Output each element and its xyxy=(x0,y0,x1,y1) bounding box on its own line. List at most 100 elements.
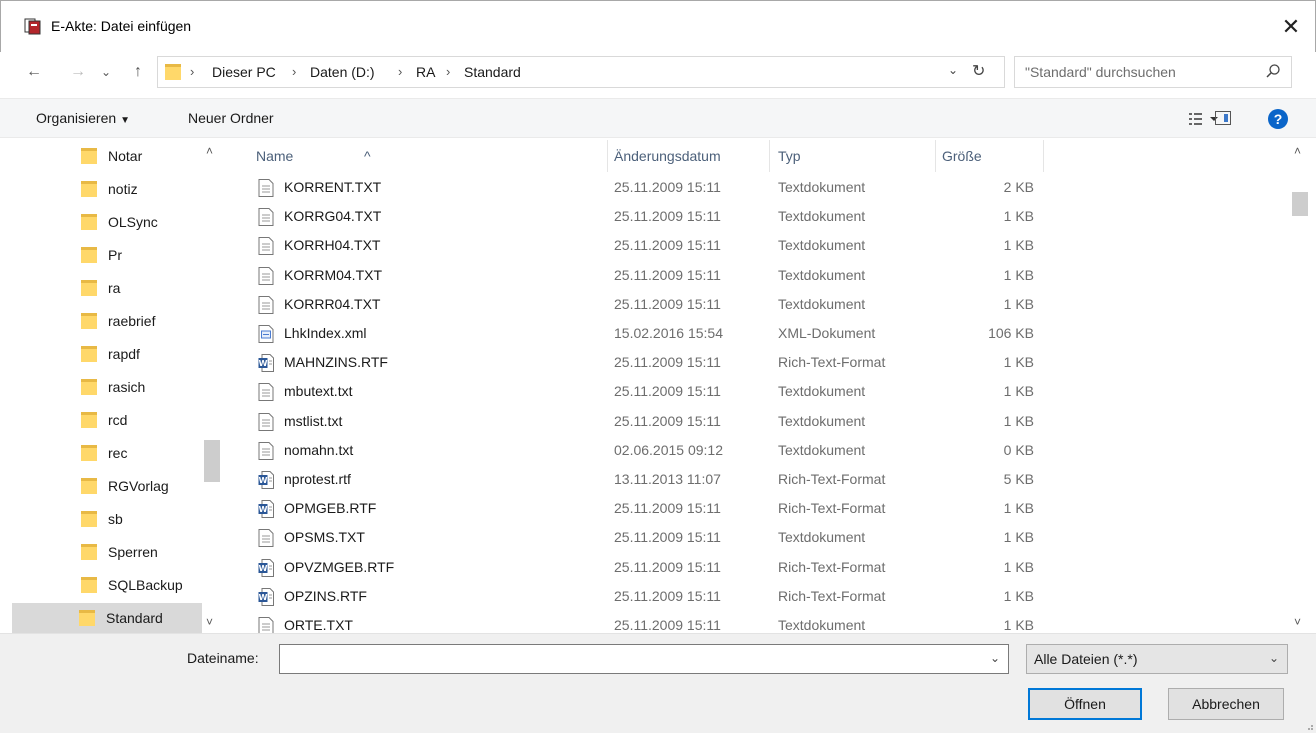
refresh-icon[interactable]: ↻ xyxy=(972,61,985,81)
tree-item-rasich[interactable]: rasich xyxy=(14,372,202,402)
forward-button[interactable]: → xyxy=(66,60,90,84)
column-name-label: Name xyxy=(256,148,294,164)
file-size: 1 KB xyxy=(1003,500,1034,517)
file-row[interactable]: Wnprotest.rtf 13.11.2013 11:07 Rich-Text-F… xyxy=(226,466,1290,495)
app-icon xyxy=(24,18,41,35)
tree-item-pr[interactable]: Pr xyxy=(14,240,202,270)
tree-item-notar[interactable]: Notar xyxy=(14,141,202,171)
tree-item-notiz[interactable]: notiz xyxy=(14,174,202,204)
text-file-icon xyxy=(258,383,274,402)
tree-item-olsync[interactable]: OLSync xyxy=(14,207,202,237)
xml-file-icon xyxy=(258,325,274,343)
file-name: ORTE.TXT xyxy=(284,617,353,633)
dialog-footer: Dateiname: ⌄ Alle Dateien (*.*) ⌄ Öffnen… xyxy=(0,633,1316,733)
new-folder-button[interactable]: Neuer Ordner xyxy=(188,110,274,126)
file-size: 1 KB xyxy=(1003,237,1034,254)
tree-item-label: notiz xyxy=(108,181,138,197)
chevron-down-icon: ⌄ xyxy=(1268,651,1279,665)
file-row[interactable]: KORRM04.TXT 25.11.2009 15:11 Textdokument 1… xyxy=(226,262,1290,291)
file-row[interactable]: nomahn.txt 02.06.2015 09:12 Textdokument 0 … xyxy=(226,437,1290,466)
navigation-scrollbar[interactable]: ˄ ˅ xyxy=(202,140,222,633)
tree-item-rec[interactable]: rec xyxy=(14,438,202,468)
file-row[interactable]: W MAHNZINS.RTF 25.11.2009 15:11 Rich-Text-F… xyxy=(226,349,1290,378)
filename-input[interactable]: ⌄ xyxy=(279,644,1009,674)
back-button[interactable]: ← xyxy=(22,60,46,84)
address-bar[interactable]: › Dieser PC › Daten (D:) › RA › Standard… xyxy=(157,56,1005,88)
text-file-icon xyxy=(258,529,274,548)
column-header-size[interactable]: Größe xyxy=(936,140,1044,172)
file-row[interactable]: W OPZINS.RTF 25.11.2009 15:11 Rich-Text-For… xyxy=(226,583,1290,612)
tree-item-sperren[interactable]: Sperren xyxy=(14,537,202,567)
scroll-down-icon[interactable]: ˅ xyxy=(1294,615,1301,629)
help-icon[interactable]: ? xyxy=(1268,109,1288,129)
tree-item-label: sb xyxy=(108,511,123,527)
file-row[interactable]: KORRENT.TXT 25.11.2009 15:11 Textdokument 2… xyxy=(226,174,1290,203)
column-header-date[interactable]: Änderungsdatum xyxy=(608,140,770,172)
resize-grip-icon[interactable] xyxy=(1304,721,1314,731)
scroll-up-icon[interactable]: ˄ xyxy=(206,144,213,158)
command-bar: Organisieren ▼ Neuer Ordner ? xyxy=(0,98,1316,138)
file-row[interactable]: KORRR04.TXT 25.11.2009 15:11 Textdokument 1… xyxy=(226,291,1290,320)
file-type-value: Alle Dateien (*.*) xyxy=(1034,651,1138,667)
scroll-up-icon[interactable]: ˄ xyxy=(1294,144,1301,158)
breadcrumb-dieser-pc[interactable]: Dieser PC xyxy=(212,64,276,80)
file-size: 1 KB xyxy=(1003,587,1034,604)
scroll-thumb[interactable] xyxy=(204,440,220,482)
file-row[interactable]: W OPVZMGEB.RTF 25.11.2009 15:11 Rich-Text-F… xyxy=(226,554,1290,583)
tree-item-rcd[interactable]: rcd xyxy=(14,405,202,435)
column-header-type[interactable]: Typ xyxy=(770,140,936,172)
breadcrumb-standard[interactable]: Standard xyxy=(464,64,521,80)
file-row[interactable]: LhkIndex.xml 15.02.2016 15:54 XML-Dokument… xyxy=(226,320,1290,349)
file-name: mstlist.txt xyxy=(284,412,343,429)
tree-item-rapdf[interactable]: rapdf xyxy=(14,339,202,369)
preview-pane-icon[interactable] xyxy=(1215,111,1231,125)
tree-item-label: rec xyxy=(108,445,128,461)
file-name: OPMGEB.RTF xyxy=(284,500,377,517)
up-button[interactable]: ↑ xyxy=(126,60,150,84)
file-date: 13.11.2013 11:07 xyxy=(614,471,721,487)
up-arrow-icon: ↑ xyxy=(134,63,142,80)
forward-arrow-icon: → xyxy=(70,63,86,80)
recent-locations-button[interactable]: ⌄ xyxy=(94,60,118,84)
file-name: nomahn.txt xyxy=(284,441,354,458)
search-field[interactable]: "Standard" durchsuchen xyxy=(1014,56,1292,88)
folder-icon xyxy=(81,148,97,164)
scroll-down-icon[interactable]: ˅ xyxy=(206,615,213,629)
file-list-scrollbar[interactable]: ˄ ˅ xyxy=(1290,140,1310,633)
file-row[interactable]: mbutext.txt 25.11.2009 15:11 Textdokument 1… xyxy=(226,378,1290,407)
open-button[interactable]: Öffnen xyxy=(1028,688,1142,720)
file-row[interactable]: mstlist.txt 25.11.2009 15:11 Textdokument 1… xyxy=(226,408,1290,437)
file-row[interactable]: KORRG04.TXT 25.11.2009 15:11 Textdokument 1… xyxy=(226,203,1290,232)
file-row[interactable]: W OPMGEB.RTF 25.11.2009 15:11 Rich-Text-For… xyxy=(226,495,1290,524)
tree-item-ra[interactable]: ra xyxy=(14,273,202,303)
text-file-icon xyxy=(258,266,274,285)
file-type-select[interactable]: Alle Dateien (*.*) ⌄ xyxy=(1026,644,1288,674)
file-row[interactable]: ORTE.TXT 25.11.2009 15:11 Textdokument 1 KB xyxy=(226,612,1290,633)
window-title: E-Akte: Datei einfügen xyxy=(51,18,192,34)
svg-text:W: W xyxy=(259,476,268,485)
breadcrumb-daten[interactable]: Daten (D:) xyxy=(310,64,375,80)
file-size: 106 KB xyxy=(988,325,1034,341)
tree-item-raebrief[interactable]: raebrief xyxy=(14,306,202,336)
breadcrumb-ra[interactable]: RA xyxy=(416,64,435,80)
address-dropdown-icon[interactable]: ⌄ xyxy=(948,63,958,77)
organize-button[interactable]: Organisieren ▼ xyxy=(36,110,130,126)
file-size: 5 KB xyxy=(1003,471,1034,487)
file-date: 25.11.2009 15:11 xyxy=(614,237,721,254)
breadcrumb-separator: › xyxy=(446,64,451,79)
tree-item-label: Pr xyxy=(108,247,122,263)
tree-item-standard[interactable]: Standard xyxy=(12,603,202,633)
cancel-button[interactable]: Abbrechen xyxy=(1168,688,1284,720)
close-button[interactable]: ✕ xyxy=(1271,7,1311,47)
column-header-name[interactable]: Name ^ xyxy=(226,140,608,172)
tree-item-sb[interactable]: sb xyxy=(14,504,202,534)
file-name: KORRR04.TXT xyxy=(284,295,381,312)
text-file-icon xyxy=(258,412,274,431)
file-row[interactable]: KORRH04.TXT 25.11.2009 15:11 Textdokument 1… xyxy=(226,232,1290,261)
chevron-down-icon[interactable]: ⌄ xyxy=(990,651,1000,665)
svg-text:W: W xyxy=(259,564,268,573)
scroll-thumb[interactable] xyxy=(1292,192,1308,216)
tree-item-sqlbackup[interactable]: SQLBackup xyxy=(14,570,202,600)
tree-item-rgvorlag[interactable]: RGVorlag xyxy=(14,471,202,501)
file-row[interactable]: OPSMS.TXT 25.11.2009 15:11 Textdokument 1 K… xyxy=(226,524,1290,553)
